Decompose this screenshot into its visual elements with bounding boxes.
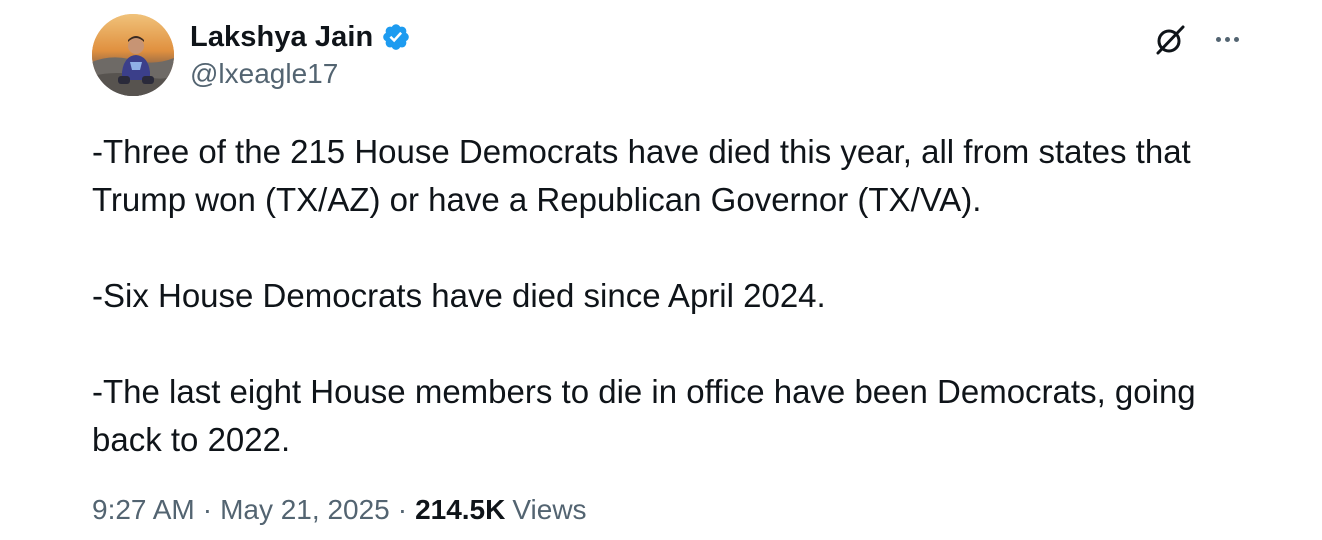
tweet-paragraph: -Six House Democrats have died since Apr…	[92, 277, 826, 314]
verified-badge-icon[interactable]	[381, 22, 411, 52]
meta-separator: ·	[202, 494, 213, 525]
tweet-meta: 9:27 AM · May 21, 2025 · 214.5K Views	[92, 494, 587, 526]
tweet-date[interactable]: May 21, 2025	[220, 494, 390, 526]
author-name-row[interactable]: Lakshya Jain	[190, 18, 411, 56]
grok-icon[interactable]	[1152, 22, 1188, 58]
author-handle[interactable]: @lxeagle17	[190, 58, 338, 90]
tweet-time[interactable]: 9:27 AM	[92, 494, 195, 526]
tweet-paragraph: -The last eight House members to die in …	[92, 373, 1196, 458]
views-label: Views	[512, 494, 587, 525]
tweet-paragraph: -Three of the 215 House Democrats have d…	[92, 133, 1191, 218]
tweet-text: -Three of the 215 House Democrats have d…	[92, 128, 1252, 464]
meta-separator: ·	[397, 494, 408, 525]
views-count[interactable]: 214.5K	[415, 494, 505, 526]
tweet-card: Lakshya Jain @lxeagle17 -Three of the 21…	[0, 0, 1322, 540]
avatar-image	[92, 14, 174, 96]
avatar[interactable]	[92, 14, 174, 96]
author-display-name[interactable]: Lakshya Jain	[190, 21, 373, 54]
more-options-icon[interactable]	[1210, 24, 1244, 54]
